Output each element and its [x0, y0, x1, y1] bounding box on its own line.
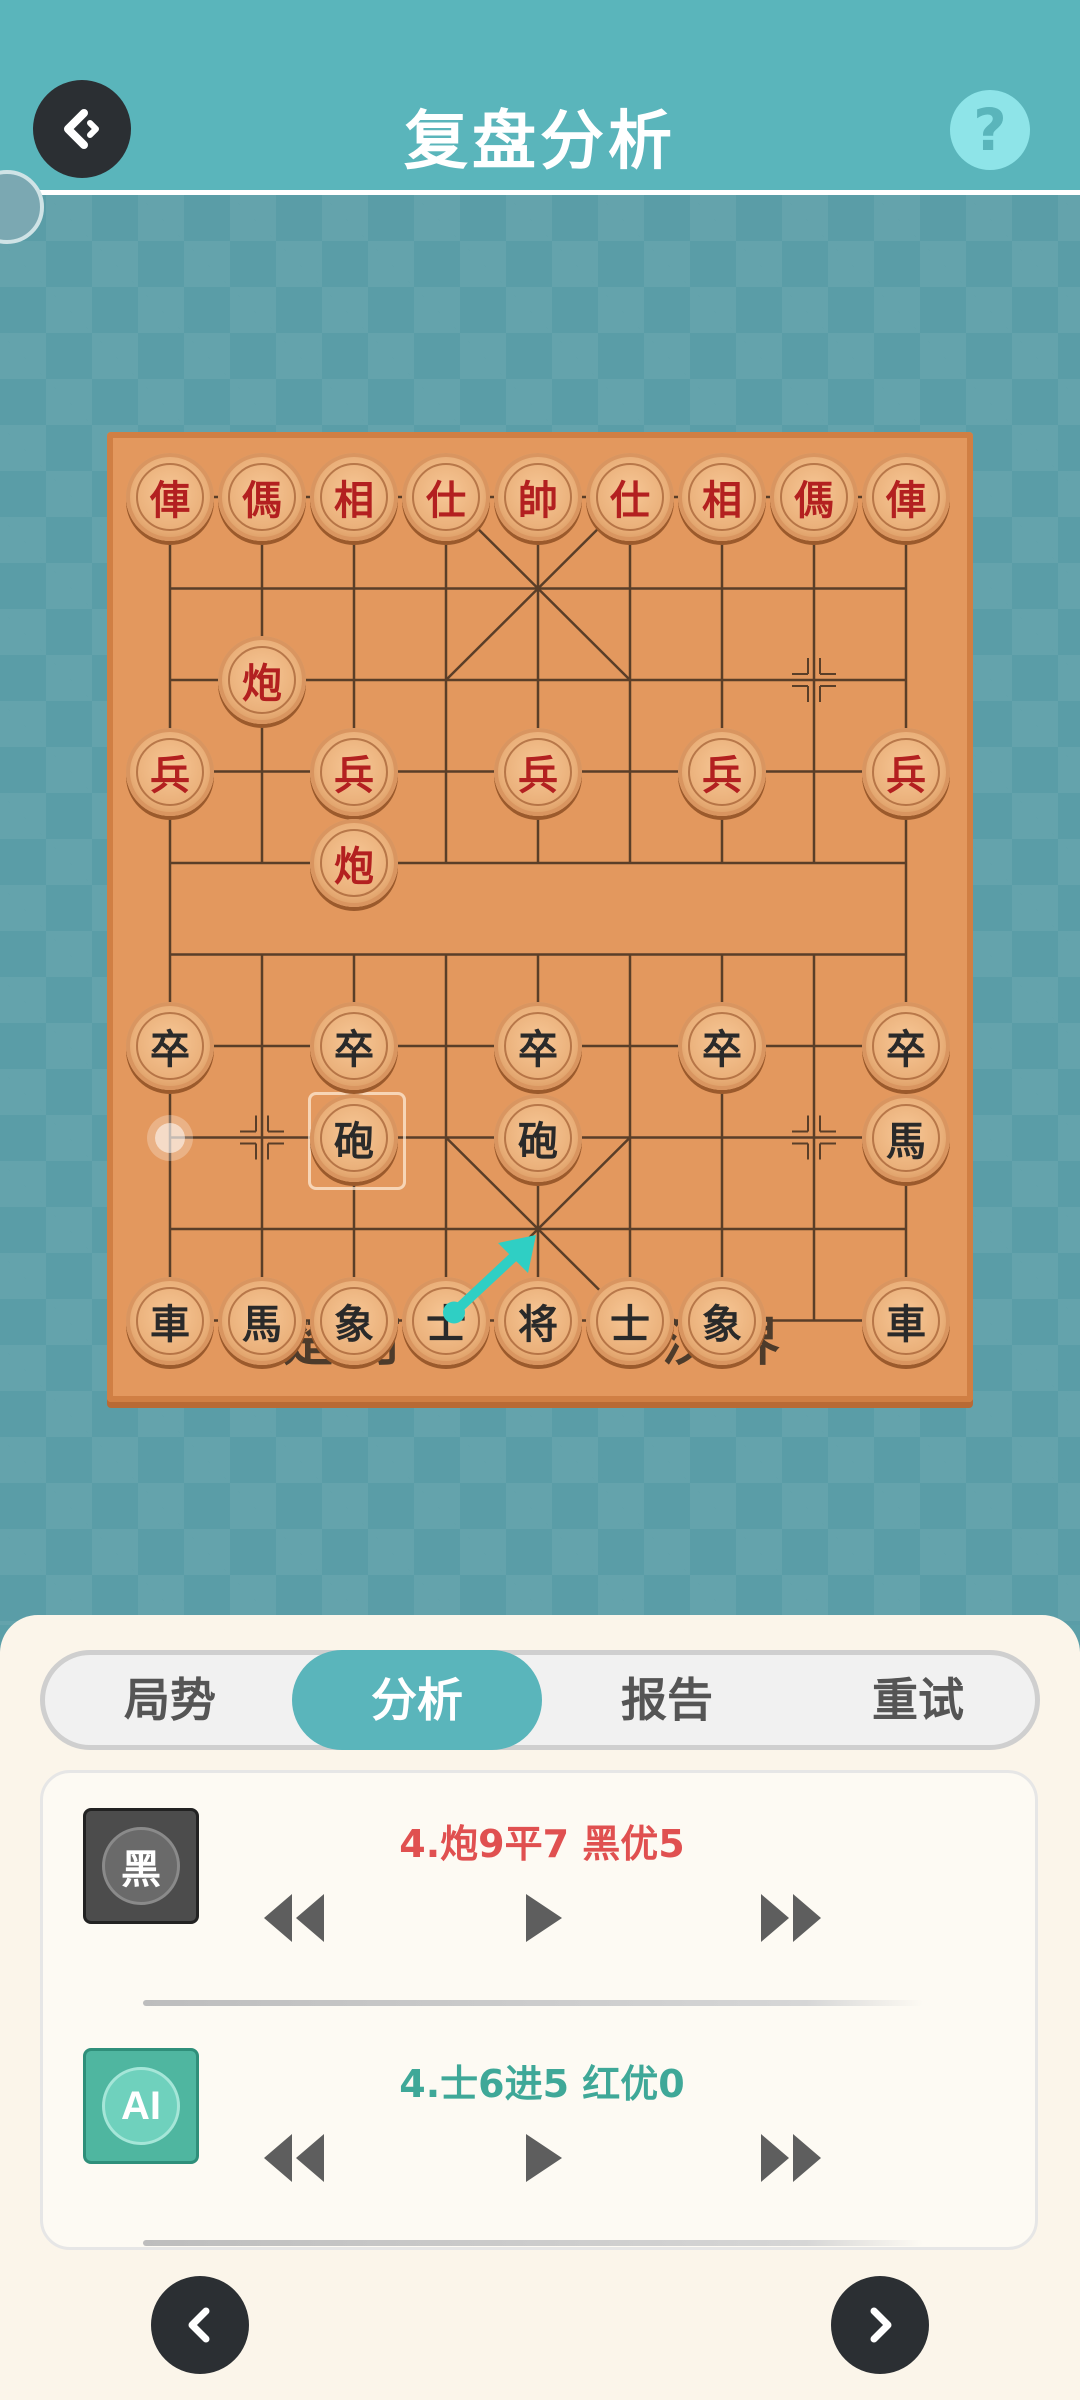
red-piece[interactable]: 仕: [402, 453, 490, 541]
red-piece[interactable]: 俥: [126, 453, 214, 541]
red-piece[interactable]: 帥: [494, 453, 582, 541]
piece-label: 相: [320, 463, 388, 531]
play-icon[interactable]: [518, 2128, 568, 2188]
piece-label: 兵: [320, 737, 388, 806]
piece-label: 士: [596, 1286, 664, 1355]
piece-label: 兵: [136, 737, 204, 806]
rewind-icon[interactable]: [258, 2128, 330, 2188]
tab-retry[interactable]: 重试: [793, 1650, 1043, 1750]
piece-label: 象: [688, 1286, 756, 1355]
black-piece[interactable]: 卒: [494, 1002, 582, 1090]
chevron-left-icon: [188, 2307, 210, 2343]
analysis-card: 黑 4.炮9平7 黑优5 AI 4.士6进5 红优0: [40, 1770, 1038, 2250]
piece-label: 卒: [872, 1012, 940, 1080]
red-piece[interactable]: 炮: [310, 819, 398, 907]
fast-forward-icon[interactable]: [755, 1888, 827, 1948]
piece-label: 卒: [688, 1012, 756, 1080]
board-grid: [168, 495, 908, 1322]
tab-report[interactable]: 报告: [542, 1650, 792, 1750]
piece-label: 卒: [320, 1012, 388, 1080]
row-divider: [143, 2240, 923, 2246]
next-move-button[interactable]: [831, 2276, 929, 2374]
piece-label: 兵: [504, 737, 572, 806]
red-piece[interactable]: 傌: [770, 453, 858, 541]
question-icon: ?: [973, 96, 1007, 164]
rewind-icon[interactable]: [258, 1888, 330, 1948]
piece-label: 帥: [504, 463, 572, 531]
piece-label: 炮: [320, 829, 388, 897]
red-piece[interactable]: 兵: [862, 727, 950, 816]
tab-situation[interactable]: 局势: [45, 1650, 295, 1750]
black-piece[interactable]: 卒: [310, 1002, 398, 1090]
row-divider: [143, 2000, 923, 2006]
black-piece[interactable]: 砲: [310, 1093, 398, 1182]
piece-label: 卒: [504, 1012, 572, 1080]
piece-label: 相: [688, 463, 756, 531]
piece-label: 象: [320, 1286, 388, 1355]
piece-label: 傌: [780, 463, 848, 531]
black-piece[interactable]: 馬: [218, 1276, 306, 1365]
chess-board[interactable]: 楚河 汉界 俥傌相仕帥仕相傌俥炮兵兵兵兵兵炮卒卒卒卒卒砲砲馬車馬象士将士象車: [107, 432, 973, 1402]
ai-move-text: 4.士6进5 红优0: [399, 2062, 685, 2106]
piece-label: 炮: [228, 646, 296, 714]
fast-forward-icon[interactable]: [755, 2128, 827, 2188]
piece-label: 車: [872, 1286, 940, 1355]
black-piece[interactable]: 車: [126, 1276, 214, 1365]
analysis-panel: 局势 分析 报告 重试 黑 4.炮9平7 黑优5 AI 4.士6进5 红优0: [0, 1615, 1080, 2400]
black-piece[interactable]: 砲: [494, 1093, 582, 1182]
black-piece[interactable]: 馬: [862, 1093, 950, 1182]
black-piece[interactable]: 士: [586, 1276, 674, 1365]
black-piece[interactable]: 卒: [126, 1002, 214, 1090]
help-button[interactable]: ?: [950, 90, 1030, 170]
piece-label: 砲: [504, 1103, 572, 1172]
black-piece[interactable]: 象: [310, 1276, 398, 1365]
piece-label: 俥: [872, 463, 940, 531]
red-piece[interactable]: 俥: [862, 453, 950, 541]
page-title: 复盘分析: [404, 105, 676, 179]
piece-label: 馬: [228, 1286, 296, 1355]
black-piece[interactable]: 士: [402, 1276, 490, 1365]
header: 复盘分析 ?: [0, 0, 1080, 195]
red-piece[interactable]: 炮: [218, 636, 306, 724]
black-piece[interactable]: 車: [862, 1276, 950, 1365]
red-piece[interactable]: 兵: [678, 727, 766, 816]
red-piece[interactable]: 兵: [494, 727, 582, 816]
piece-label: 将: [504, 1286, 572, 1355]
piece-label: 仕: [412, 463, 480, 531]
piece-label: 士: [412, 1286, 480, 1355]
red-piece[interactable]: 兵: [126, 727, 214, 816]
piece-label: 傌: [228, 463, 296, 531]
piece-label: 兵: [688, 737, 756, 806]
tab-analysis[interactable]: 分析: [292, 1650, 542, 1750]
move-origin-dot: [155, 1122, 185, 1153]
play-icon[interactable]: [518, 1888, 568, 1948]
chevron-right-icon: [870, 2307, 892, 2343]
piece-label: 卒: [136, 1012, 204, 1080]
red-piece[interactable]: 傌: [218, 453, 306, 541]
prev-move-button[interactable]: [151, 2276, 249, 2374]
tab-bar: 局势 分析 报告 重试: [40, 1650, 1040, 1750]
piece-label: 車: [136, 1286, 204, 1355]
black-piece[interactable]: 卒: [862, 1002, 950, 1090]
red-piece[interactable]: 仕: [586, 453, 674, 541]
red-piece[interactable]: 相: [310, 453, 398, 541]
piece-label: 馬: [872, 1103, 940, 1172]
piece-label: 砲: [320, 1103, 388, 1172]
red-piece[interactable]: 相: [678, 453, 766, 541]
piece-label: 仕: [596, 463, 664, 531]
black-piece[interactable]: 象: [678, 1276, 766, 1365]
player-move-text: 4.炮9平7 黑优5: [399, 1822, 685, 1866]
black-piece[interactable]: 卒: [678, 1002, 766, 1090]
red-piece[interactable]: 兵: [310, 727, 398, 816]
piece-label: 俥: [136, 463, 204, 531]
piece-label: 兵: [872, 737, 940, 806]
black-piece[interactable]: 将: [494, 1276, 582, 1365]
